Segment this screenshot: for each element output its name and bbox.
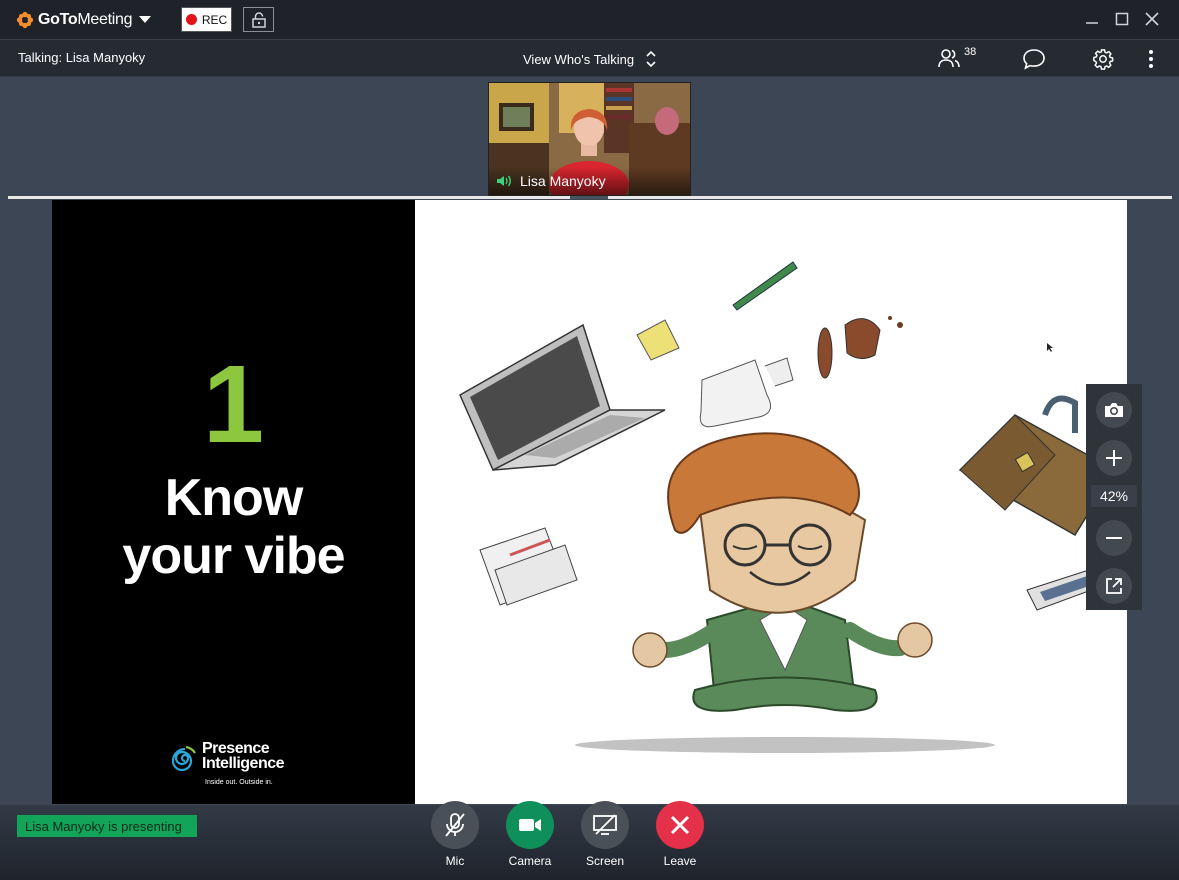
webcam-thumbnail[interactable]: Lisa Manyoky bbox=[488, 82, 691, 196]
chevron-down-icon bbox=[139, 16, 152, 23]
screen-share-off-icon bbox=[593, 814, 617, 835]
view-whos-talking-dropdown[interactable]: View Who's Talking bbox=[523, 50, 656, 68]
lock-meeting-button[interactable] bbox=[243, 7, 274, 32]
chat-button[interactable] bbox=[1022, 48, 1046, 75]
zoom-panel: 42% bbox=[1086, 384, 1142, 610]
close-x-icon bbox=[670, 815, 690, 835]
record-label: REC bbox=[201, 12, 228, 27]
gotomeeting-logo-icon bbox=[16, 11, 34, 28]
presenting-status-badge: Lisa Manyoky is presenting bbox=[17, 815, 197, 837]
attendee-count: 38 bbox=[964, 46, 977, 58]
unlock-icon bbox=[251, 11, 266, 28]
settings-button[interactable] bbox=[1092, 48, 1114, 75]
gear-icon bbox=[1093, 49, 1114, 70]
plus-icon bbox=[1106, 450, 1122, 466]
chat-bubble-icon bbox=[1023, 49, 1045, 70]
logo-tagline: Inside out. Outside in. bbox=[205, 779, 273, 786]
title-bar: GoTo Meeting REC bbox=[0, 0, 1179, 39]
brand-meeting: Meeting bbox=[77, 10, 133, 28]
brand-goto: GoTo bbox=[38, 10, 78, 28]
slide-number: 1 bbox=[202, 343, 265, 466]
leave-label: Leave bbox=[663, 854, 697, 868]
record-dot-icon bbox=[185, 14, 197, 25]
minus-icon bbox=[1106, 537, 1122, 539]
meeting-info-bar: Talking: Lisa Manyoky View Who's Talking… bbox=[0, 39, 1179, 77]
webcam-participant-name: Lisa Manyoky bbox=[520, 173, 606, 189]
camera-snapshot-icon bbox=[1105, 403, 1123, 417]
more-vertical-icon bbox=[1149, 50, 1153, 68]
app-menu[interactable]: GoTo Meeting bbox=[16, 10, 152, 29]
zoom-level: 42% bbox=[1091, 485, 1137, 507]
slide-left-panel: 1 Know your vibe Presence Intelligence I… bbox=[52, 200, 415, 804]
shared-screen: 1 Know your vibe Presence Intelligence I… bbox=[52, 200, 1127, 804]
mic-label: Mic bbox=[445, 854, 465, 868]
record-button[interactable]: REC bbox=[181, 7, 232, 32]
zoom-in-button[interactable] bbox=[1096, 440, 1132, 476]
camera-label: Camera bbox=[508, 854, 552, 868]
screen-share-button[interactable] bbox=[581, 801, 629, 849]
talking-indicator: Talking: Lisa Manyoky bbox=[18, 50, 146, 65]
mic-off-icon bbox=[445, 813, 465, 837]
view-whos-talking-label: View Who's Talking bbox=[523, 51, 635, 67]
camera-button[interactable] bbox=[506, 801, 554, 849]
mic-button[interactable] bbox=[431, 801, 479, 849]
maximize-icon bbox=[1115, 12, 1129, 26]
divider-resize-handle[interactable] bbox=[570, 196, 608, 199]
slide-illustration bbox=[459, 261, 1117, 753]
zoom-out-button[interactable] bbox=[1096, 520, 1132, 556]
maximize-button[interactable] bbox=[1111, 8, 1133, 30]
slide-title-line2: your vibe bbox=[122, 527, 345, 585]
minimize-icon bbox=[1086, 22, 1098, 24]
attendees-button[interactable]: 38 bbox=[937, 46, 977, 69]
people-icon bbox=[938, 49, 960, 68]
video-camera-icon bbox=[519, 819, 541, 831]
chevron-updown-icon bbox=[646, 50, 656, 68]
pop-out-button[interactable] bbox=[1096, 568, 1132, 604]
close-window-button[interactable] bbox=[1141, 8, 1163, 30]
speaker-active-icon bbox=[497, 175, 511, 187]
webcam-name-label: Lisa Manyoky bbox=[489, 167, 690, 195]
external-link-icon bbox=[1106, 578, 1122, 594]
screen-label: Screen bbox=[585, 854, 625, 868]
minimize-button[interactable] bbox=[1081, 8, 1103, 30]
logo-line2: Intelligence bbox=[202, 755, 285, 772]
slide-title-line1: Know bbox=[164, 469, 304, 527]
more-options-button[interactable] bbox=[1143, 48, 1159, 75]
spiral-logo-icon bbox=[172, 745, 196, 772]
leave-button[interactable] bbox=[656, 801, 704, 849]
close-icon bbox=[1145, 12, 1159, 26]
snapshot-button[interactable] bbox=[1096, 392, 1132, 428]
